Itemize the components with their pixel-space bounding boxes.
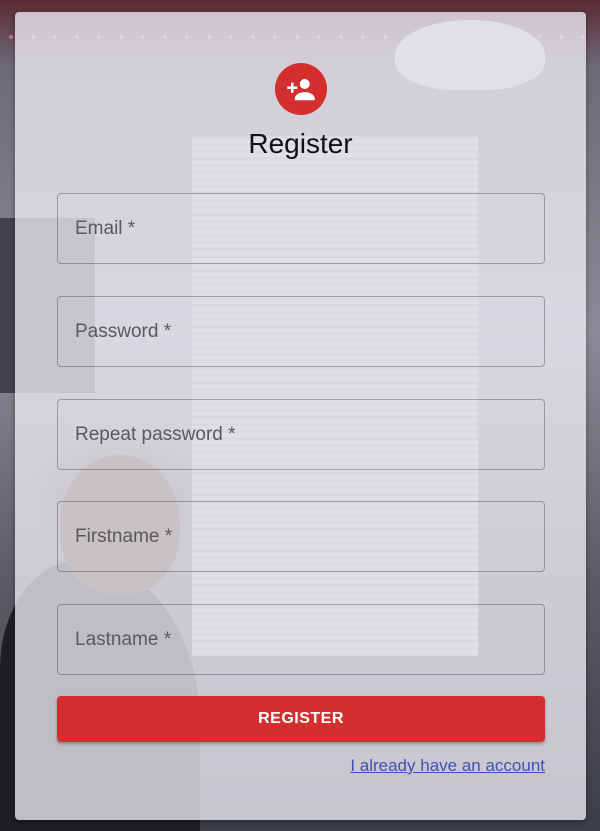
lastname-field[interactable]: Lastname * <box>57 604 545 675</box>
page-title: Register <box>248 128 353 159</box>
person-add-icon <box>275 63 327 115</box>
login-link[interactable]: I already have an account <box>350 756 545 776</box>
firstname-field[interactable]: Firstname * <box>57 501 545 572</box>
register-button[interactable]: REGISTER <box>57 696 545 742</box>
register-card: Register Email * Password * Repeat passw… <box>15 12 586 820</box>
password-field[interactable]: Password * <box>57 296 545 367</box>
email-field[interactable]: Email * <box>57 193 545 264</box>
repeat-password-field[interactable]: Repeat password * <box>57 399 545 470</box>
